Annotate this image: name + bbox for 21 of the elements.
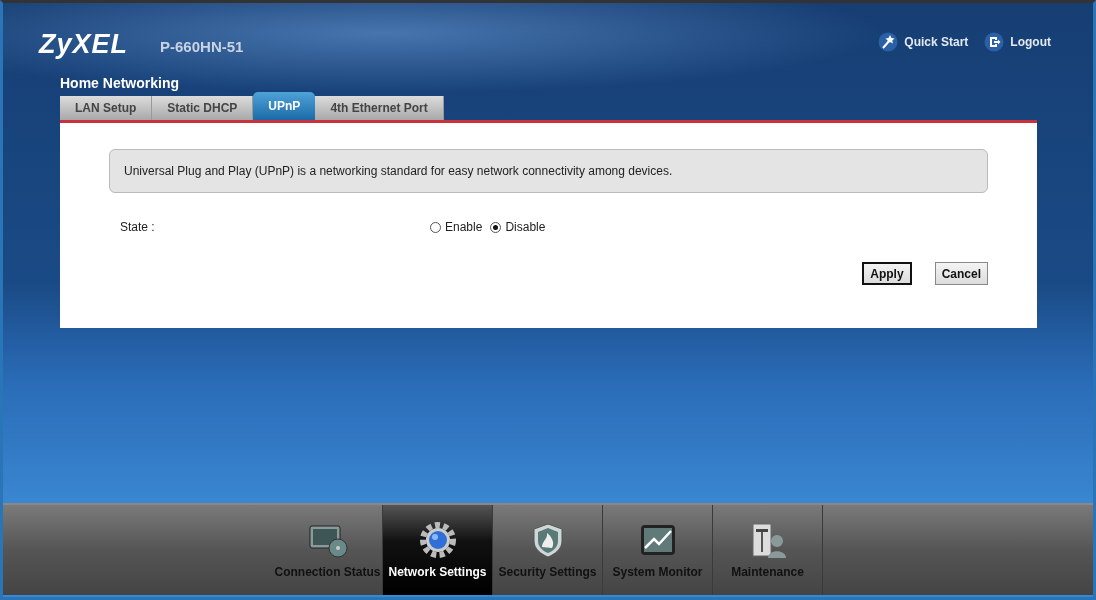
brand-logo: ZyXEL — [39, 28, 129, 60]
tab[interactable]: Static DHCP — [152, 96, 254, 120]
form-button[interactable]: Apply — [862, 262, 912, 285]
radio-button[interactable] — [430, 221, 441, 233]
radio-label: Disable — [505, 220, 546, 234]
tab[interactable]: 4th Ethernet Port — [315, 96, 444, 120]
header-link[interactable]: Logout — [984, 32, 1051, 52]
wand-icon — [878, 32, 899, 52]
form-button[interactable]: Cancel — [934, 262, 988, 285]
radio-label: Enable — [445, 220, 483, 234]
nav-item[interactable]: Network Settings — [383, 505, 493, 595]
info-message: Universal Plug and Play (UPnP) is a networking standard for easy network connectivity among devices. — [109, 149, 988, 193]
tab[interactable]: LAN Setup — [60, 96, 153, 120]
radio-button[interactable] — [490, 221, 502, 233]
section-title: Home Networking — [60, 75, 180, 93]
logout-icon — [984, 32, 1005, 52]
header-link[interactable]: Quick Start — [878, 32, 969, 52]
gear-icon — [417, 521, 458, 559]
tab[interactable]: UPnP — [253, 92, 316, 120]
field-label: State : — [120, 220, 156, 234]
model-name: P-660HN-51 — [160, 37, 244, 55]
